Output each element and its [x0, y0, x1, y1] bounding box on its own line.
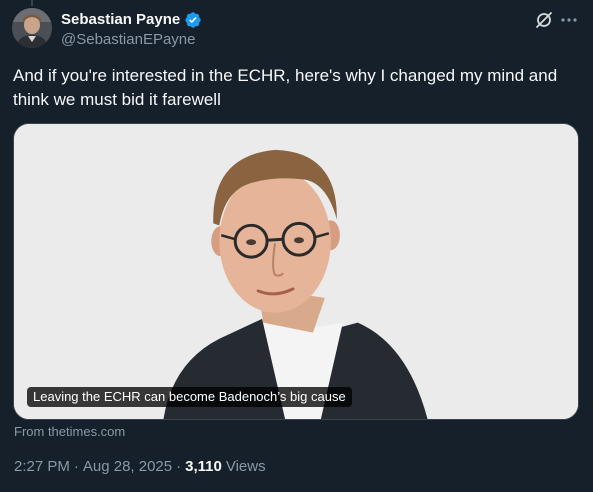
avatar-image: [12, 8, 52, 48]
card-source[interactable]: From thetimes.com: [14, 424, 125, 439]
link-card[interactable]: Leaving the ECHR can become Badenoch’s b…: [13, 123, 579, 420]
grok-icon[interactable]: [534, 10, 554, 30]
author-handle[interactable]: @SebastianEPayne: [61, 31, 202, 48]
verified-badge-icon[interactable]: [184, 11, 202, 29]
more-options-icon[interactable]: [558, 10, 580, 30]
name-row: Sebastian Payne: [61, 10, 202, 29]
meta-separator: ·: [176, 458, 182, 475]
tweet-time[interactable]: 2:27 PM: [14, 458, 70, 475]
avatar[interactable]: [12, 8, 52, 48]
tweet-header: Sebastian Payne @SebastianEPayne: [61, 10, 202, 48]
meta-separator: ·: [73, 458, 79, 475]
author-display-name[interactable]: Sebastian Payne: [61, 11, 180, 28]
views-label: Views: [225, 458, 266, 475]
card-title[interactable]: Leaving the ECHR can become Badenoch’s b…: [27, 387, 352, 407]
tweet-meta: 2:27 PM · Aug 28, 2025 · 3,110 Views: [14, 458, 266, 475]
tweet-date[interactable]: Aug 28, 2025: [83, 458, 172, 475]
views-count[interactable]: 3,110: [185, 458, 222, 475]
card-image: [14, 124, 578, 419]
tweet[interactable]: Sebastian Payne @SebastianEPayne And if …: [0, 0, 593, 492]
tweet-text: And if you're interested in the ECHR, he…: [13, 66, 558, 109]
thread-line: [31, 0, 33, 6]
